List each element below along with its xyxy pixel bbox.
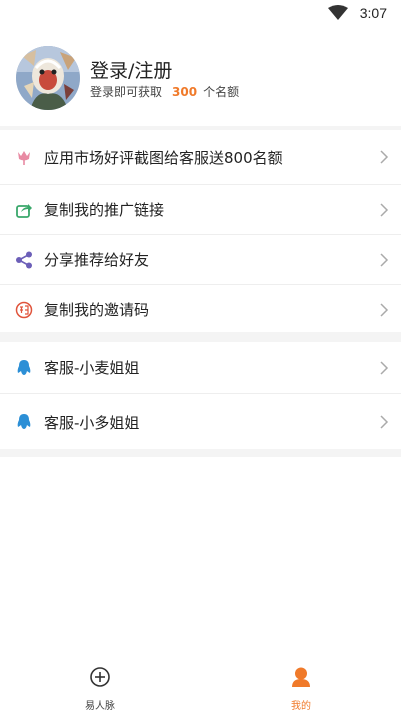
login-subtitle-prefix: 登录即可获取	[90, 85, 163, 99]
menu-item-copy-promo-link[interactable]: 复制我的推广链接	[0, 185, 401, 235]
section-separator	[0, 449, 401, 457]
chevron-right-icon	[380, 252, 389, 267]
menu-label: 客服-小多姐姐	[44, 413, 140, 432]
chevron-right-icon	[380, 202, 389, 217]
person-icon	[292, 667, 310, 687]
menu-label: 分享推荐给好友	[44, 251, 150, 269]
invite-seal-icon	[15, 301, 33, 319]
tulip-icon	[15, 148, 33, 166]
menu-label: 应用市场好评截图给客服送800名额	[44, 148, 283, 167]
login-subtitle: 登录即可获取 300 个名额	[90, 83, 239, 100]
tab-connections[interactable]: 易人脉	[60, 666, 140, 712]
menu-group-1: 应用市场好评截图给客服送800名额 复制我的推广链接 分享推荐给好友 复制我的邀…	[0, 130, 401, 334]
menu-item-share-friend[interactable]: 分享推荐给好友	[0, 235, 401, 285]
menu-item-copy-invite-code[interactable]: 复制我的邀请码	[0, 285, 401, 334]
chevron-right-icon	[380, 360, 389, 375]
chevron-right-icon	[380, 302, 389, 317]
login-subtitle-suffix: 个名额	[203, 85, 240, 99]
avatar[interactable]	[16, 46, 80, 110]
status-bar: 3:07	[0, 0, 401, 26]
bottom-tab-bar: 易人脉 我的	[0, 660, 401, 712]
profile-header[interactable]: 登录/注册 登录即可获取 300 个名额	[0, 40, 401, 120]
quota-count: 300	[172, 85, 198, 99]
chevron-right-icon	[380, 415, 389, 429]
menu-item-review-reward[interactable]: 应用市场好评截图给客服送800名额	[0, 130, 401, 185]
menu-label: 复制我的邀请码	[44, 301, 150, 319]
status-time: 3:07	[359, 5, 387, 21]
login-register-title[interactable]: 登录/注册	[90, 56, 172, 83]
section-separator	[0, 332, 401, 342]
share-nodes-icon	[15, 251, 33, 269]
plus-circle-icon	[90, 667, 110, 687]
share-arrow-icon	[15, 201, 33, 219]
chevron-right-icon	[380, 150, 389, 164]
qq-penguin-icon	[15, 359, 33, 377]
menu-label: 客服-小麦姐姐	[44, 359, 140, 377]
wifi-icon	[327, 5, 348, 20]
qq-penguin-icon	[15, 413, 33, 431]
tab-mine[interactable]: 我的	[261, 666, 341, 712]
menu-item-support-xiaoduo[interactable]: 客服-小多姐姐	[0, 394, 401, 450]
menu-item-support-xiaomai[interactable]: 客服-小麦姐姐	[0, 342, 401, 394]
menu-label: 复制我的推广链接	[44, 201, 165, 219]
menu-group-2: 客服-小麦姐姐 客服-小多姐姐	[0, 342, 401, 450]
